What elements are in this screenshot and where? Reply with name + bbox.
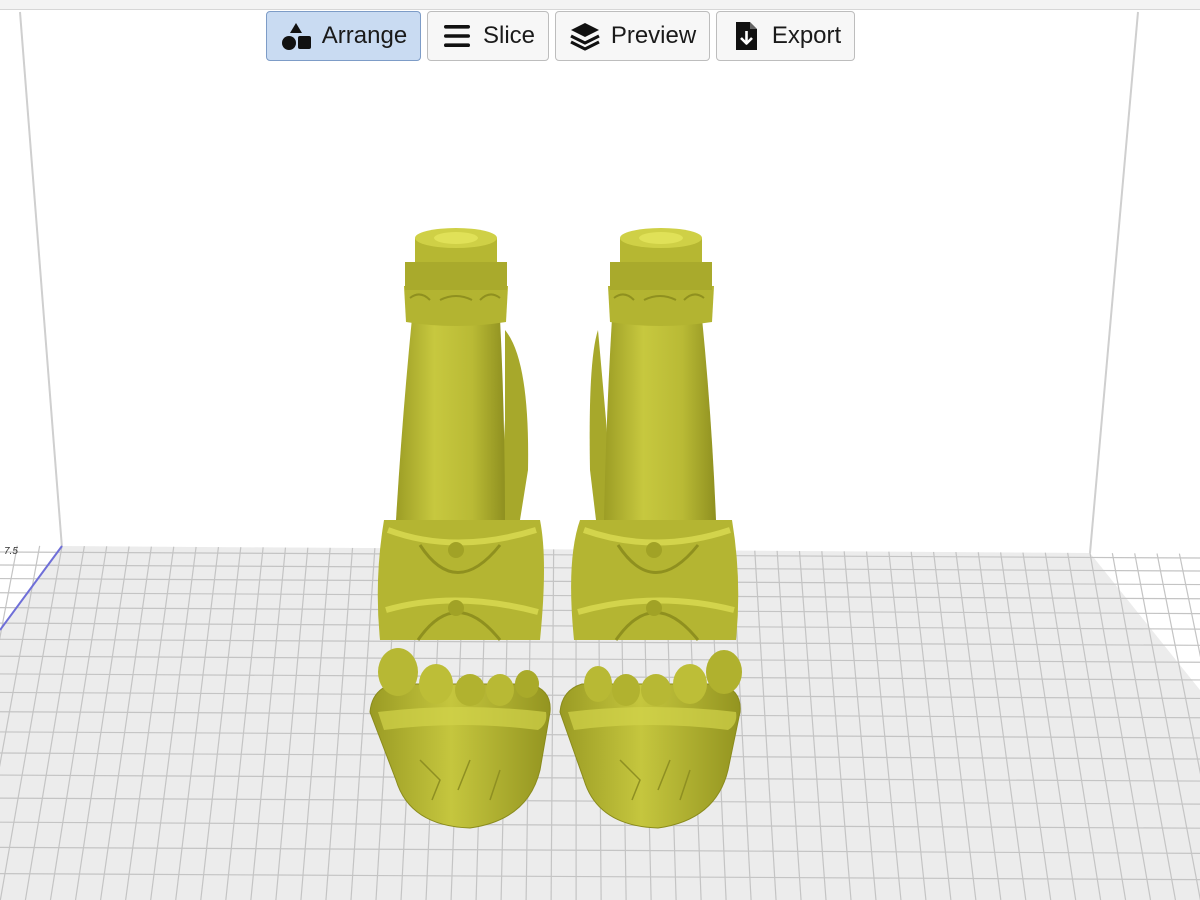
- preview-button[interactable]: Preview: [555, 11, 710, 61]
- preview-label: Preview: [610, 22, 697, 49]
- layers-stack-icon: [570, 23, 600, 51]
- hamburger-lines-icon: [443, 25, 470, 47]
- arrange-label: Arrange: [321, 22, 408, 49]
- viewport-scene: [0, 11, 1200, 900]
- slice-button[interactable]: Slice: [427, 11, 549, 61]
- model-left-sandal[interactable]: [369, 228, 551, 829]
- build-volume-edge-right: [1089, 11, 1139, 554]
- export-button[interactable]: Export: [716, 11, 855, 61]
- 3d-viewport[interactable]: [0, 0, 1200, 900]
- build-volume-edge-left: [19, 11, 63, 549]
- slice-label: Slice: [482, 22, 536, 49]
- export-label: Export: [771, 22, 842, 49]
- arrange-button[interactable]: Arrange: [266, 11, 421, 61]
- model-right-sandal[interactable]: [559, 228, 742, 829]
- file-download-icon: [735, 22, 757, 50]
- shapes-icon: [281, 23, 311, 50]
- axis-tick-label: 7.5: [4, 546, 18, 557]
